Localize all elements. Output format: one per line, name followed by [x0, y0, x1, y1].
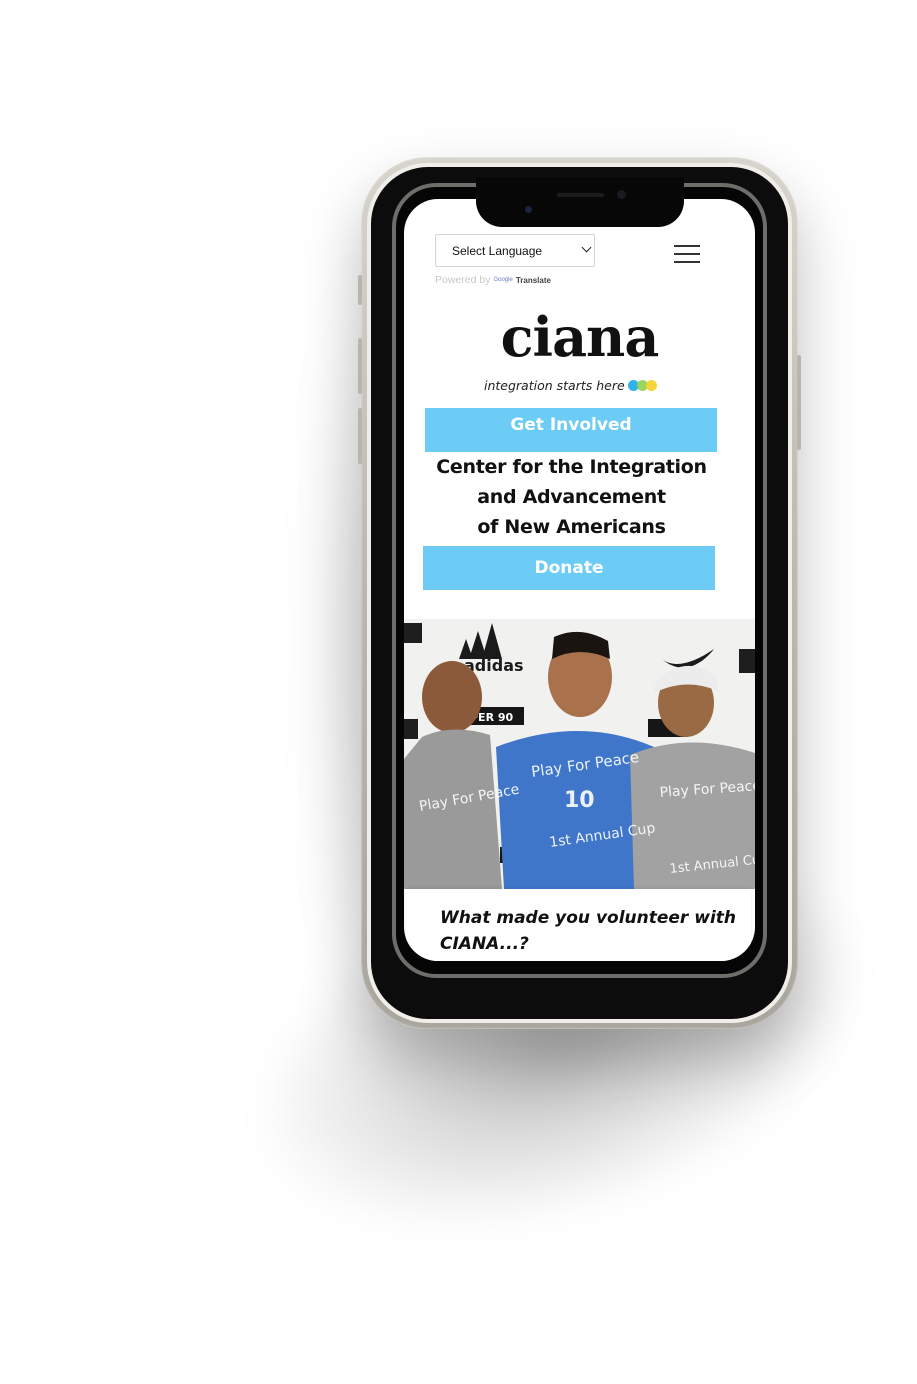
language-select[interactable]: Select Language	[435, 234, 595, 267]
volunteers-photo: adidas PER 90 Play For Peace 10 1st Annu…	[404, 619, 755, 889]
power-button	[797, 355, 801, 450]
page-headline: Center for the Integration and Advanceme…	[404, 452, 739, 542]
headline-line-1: Center for the Integration	[436, 456, 707, 478]
google-logo-text: Google	[493, 277, 513, 283]
headline-line-2: and Advancement	[477, 486, 666, 508]
mockup-stage: Select Language Powered by Google Transl…	[0, 0, 917, 1384]
donate-button[interactable]: Donate	[423, 546, 715, 590]
language-select-label: Select Language	[452, 243, 543, 258]
volume-up-button	[358, 338, 362, 394]
headline-line-3: of New Americans	[477, 516, 666, 538]
phone-screen: Select Language Powered by Google Transl…	[404, 199, 755, 961]
logo-dots-icon	[628, 380, 658, 391]
hamburger-menu-icon[interactable]	[674, 245, 700, 263]
phone-notch	[476, 177, 684, 227]
powered-by-text: Powered by	[435, 274, 491, 286]
google-translate-attribution: Powered by Google Translate	[435, 274, 551, 286]
middle-shirt-number: 10	[564, 788, 595, 813]
volume-down-button	[358, 408, 362, 464]
mute-switch	[358, 275, 362, 305]
front-camera-icon	[617, 190, 626, 199]
sensor-icon	[525, 206, 532, 213]
logo-tagline: integration starts here	[484, 378, 625, 393]
testimonial-question: What made you volunteer with CIANA...?	[440, 908, 736, 954]
ciana-logo[interactable]: ciana	[404, 307, 755, 367]
translate-link[interactable]: Translate	[516, 276, 551, 285]
chevron-down-icon	[581, 242, 592, 253]
volunteers-photo-illustration: adidas PER 90 Play For Peace 10 1st Annu…	[404, 619, 755, 889]
get-involved-button[interactable]: Get Involved	[425, 408, 717, 452]
earpiece-speaker	[557, 193, 604, 197]
